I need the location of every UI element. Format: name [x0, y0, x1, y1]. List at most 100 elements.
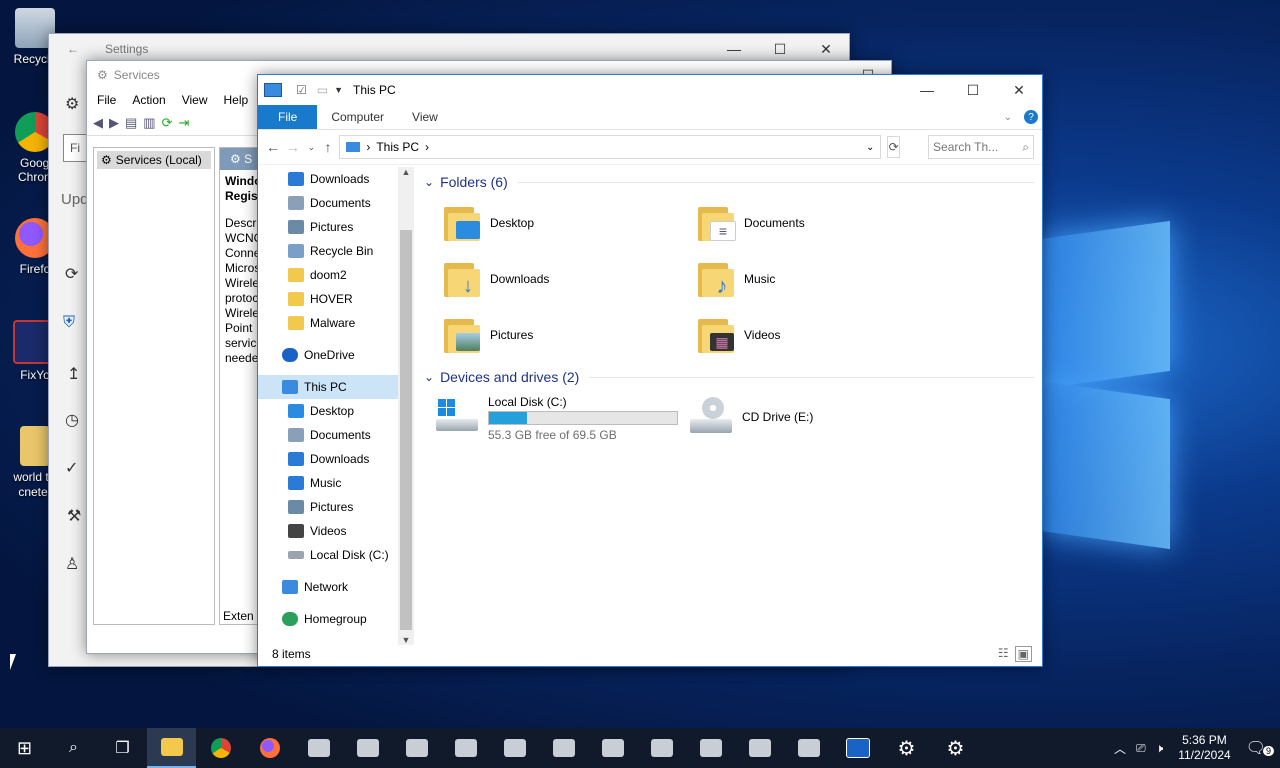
back-arrow-icon[interactable]: ← [266, 139, 280, 155]
nav-item-network[interactable]: Network [258, 575, 414, 599]
folder-documents[interactable]: ≡ Documents [696, 203, 805, 243]
gear-icon[interactable]: ⚙ [65, 94, 79, 114]
taskbar-app[interactable] [294, 728, 343, 768]
taskbar-app[interactable] [637, 728, 686, 768]
taskbar-app[interactable] [588, 728, 637, 768]
nav-item-pictures[interactable]: Pictures [288, 495, 414, 519]
documents-folder-icon: ≡ [696, 203, 736, 243]
show-hidden-icons-icon[interactable]: ︿ [1109, 740, 1131, 757]
address-dropdown-icon[interactable]: ⌄ [866, 142, 874, 153]
taskbar-app[interactable] [343, 728, 392, 768]
quick-access-dropdown-icon[interactable]: ▼ [334, 85, 343, 95]
nav-item-downloads[interactable]: Downloads📌 [288, 167, 414, 191]
maximize-button[interactable]: ☐ [950, 75, 996, 105]
large-icons-view-icon[interactable]: ▣ [1014, 646, 1032, 662]
network-icon[interactable]: ⎚ [1131, 741, 1151, 756]
quick-access-properties-icon[interactable]: ☑ [296, 83, 307, 97]
export-icon[interactable]: ⇥ [179, 115, 190, 131]
clock[interactable]: 5:36 PM 11/2/2024 [1168, 733, 1241, 763]
taskbar-services[interactable]: ⚙ [931, 728, 980, 768]
nav-item-documents[interactable]: Documents📌 [288, 191, 414, 215]
tab-computer[interactable]: Computer [317, 105, 398, 129]
check-circle-icon[interactable]: ✓ [65, 458, 78, 478]
scroll-up-icon[interactable]: ▲ [398, 167, 414, 177]
breadcrumb-this-pc[interactable]: This PC [376, 140, 419, 154]
taskbar-app[interactable] [392, 728, 441, 768]
taskbar-app[interactable] [539, 728, 588, 768]
console-tree-icon[interactable]: ▤ [125, 115, 137, 131]
nav-item-onedrive[interactable]: OneDrive [258, 343, 414, 367]
search-input[interactable]: Search Th... ⌕ [928, 135, 1035, 159]
upload-icon[interactable]: ↥ [67, 364, 80, 384]
history-icon[interactable]: ◷ [65, 410, 79, 430]
search-button[interactable]: ⌕ [49, 728, 98, 768]
menu-view[interactable]: View [182, 93, 208, 107]
recent-locations-icon[interactable]: ⌄ [306, 142, 317, 153]
properties-icon[interactable]: ▥ [143, 115, 155, 131]
tools-icon[interactable]: ⚒ [67, 506, 81, 526]
nav-item-videos[interactable]: Videos [288, 519, 414, 543]
taskbar-app[interactable] [490, 728, 539, 768]
taskbar-file-explorer[interactable] [147, 728, 196, 768]
details-view-icon[interactable]: ☷ [998, 646, 1009, 662]
folder-downloads[interactable]: ↓ Downloads [442, 259, 549, 299]
sync-icon[interactable]: ⟳ [65, 264, 78, 284]
file-explorer-window[interactable]: ☑ ▭ ▼ This PC — ☐ ✕ File Computer View ⌄… [257, 74, 1043, 667]
taskbar-firefox[interactable] [245, 728, 294, 768]
back-arrow-icon[interactable]: ◀ [93, 115, 103, 131]
tab-file[interactable]: File [258, 105, 318, 129]
taskbar-app[interactable] [441, 728, 490, 768]
nav-item-this-pc[interactable]: This PC [258, 375, 398, 399]
help-icon[interactable]: ? [1024, 110, 1038, 124]
address-bar[interactable]: › This PC › ⌄ [339, 135, 882, 159]
quick-access-newfolder-icon[interactable]: ▭ [317, 83, 328, 97]
folder-pictures[interactable]: Pictures [442, 315, 533, 355]
shield-icon[interactable]: ⛨ [63, 314, 75, 332]
forward-arrow-icon[interactable]: ▶ [109, 115, 119, 131]
folder-music[interactable]: ♪ Music [696, 259, 775, 299]
task-view-button[interactable]: ❐ [98, 728, 147, 768]
menu-help[interactable]: Help [224, 93, 249, 107]
nav-item-malware[interactable]: Malware [288, 311, 414, 335]
tab-view[interactable]: View [398, 105, 452, 129]
nav-scrollbar-thumb[interactable] [400, 230, 412, 630]
refresh-icon[interactable]: ⟳ [162, 115, 173, 131]
up-arrow-icon[interactable]: ↑ [323, 139, 334, 155]
taskbar-app[interactable] [784, 728, 833, 768]
nav-item-homegroup[interactable]: Homegroup [258, 607, 414, 631]
nav-item-music[interactable]: Music [288, 471, 414, 495]
nav-item-recycle-bin[interactable]: Recycle Bin📌 [288, 239, 414, 263]
forward-arrow-icon[interactable]: → [286, 139, 300, 155]
drives-section-header[interactable]: ⌄ Devices and drives (2) [418, 364, 1034, 390]
nav-item-local-disk[interactable]: Local Disk (C:) [288, 543, 414, 567]
menu-file[interactable]: File [97, 93, 116, 107]
menu-action[interactable]: Action [132, 93, 165, 107]
notification-center-icon[interactable]: 🗨 9 [1241, 738, 1280, 758]
back-arrow-icon[interactable]: ← [67, 42, 79, 56]
volume-muted-icon[interactable]: 🕨 [1151, 741, 1169, 756]
nav-item-documents[interactable]: Documents [288, 423, 414, 447]
taskbar-settings[interactable]: ⚙ [882, 728, 931, 768]
folder-desktop[interactable]: Desktop [442, 203, 534, 243]
nav-item-doom2[interactable]: doom2 [288, 263, 414, 287]
minimize-button[interactable]: — [904, 75, 950, 105]
tree-item-services-local[interactable]: ⚙ Services (Local) [97, 151, 211, 169]
nav-item-desktop[interactable]: Desktop [288, 399, 414, 423]
close-button[interactable]: ✕ [996, 75, 1042, 105]
folder-videos[interactable]: ▦ Videos [696, 315, 780, 355]
taskbar-app[interactable] [735, 728, 784, 768]
folders-section-header[interactable]: ⌄ Folders (6) [418, 169, 1034, 195]
nav-item-pictures[interactable]: Pictures📌 [288, 215, 414, 239]
taskbar-security[interactable] [833, 728, 882, 768]
refresh-icon[interactable]: ⟳ [887, 136, 901, 158]
ribbon-expand-icon[interactable]: ⌄ [1004, 112, 1012, 123]
person-icon[interactable]: ♙ [65, 554, 79, 574]
nav-item-downloads[interactable]: Downloads [288, 447, 414, 471]
start-button[interactable]: ⊞ [0, 728, 49, 768]
drive-local-disk-c[interactable]: Local Disk (C:) 55.3 GB free of 69.5 GB [436, 395, 678, 442]
taskbar-chrome[interactable] [196, 728, 245, 768]
taskbar-app[interactable] [686, 728, 735, 768]
tab-extended[interactable]: Exten [223, 609, 254, 623]
nav-item-hover[interactable]: HOVER [288, 287, 414, 311]
drive-cd-e[interactable]: CD Drive (E:) [690, 397, 813, 437]
